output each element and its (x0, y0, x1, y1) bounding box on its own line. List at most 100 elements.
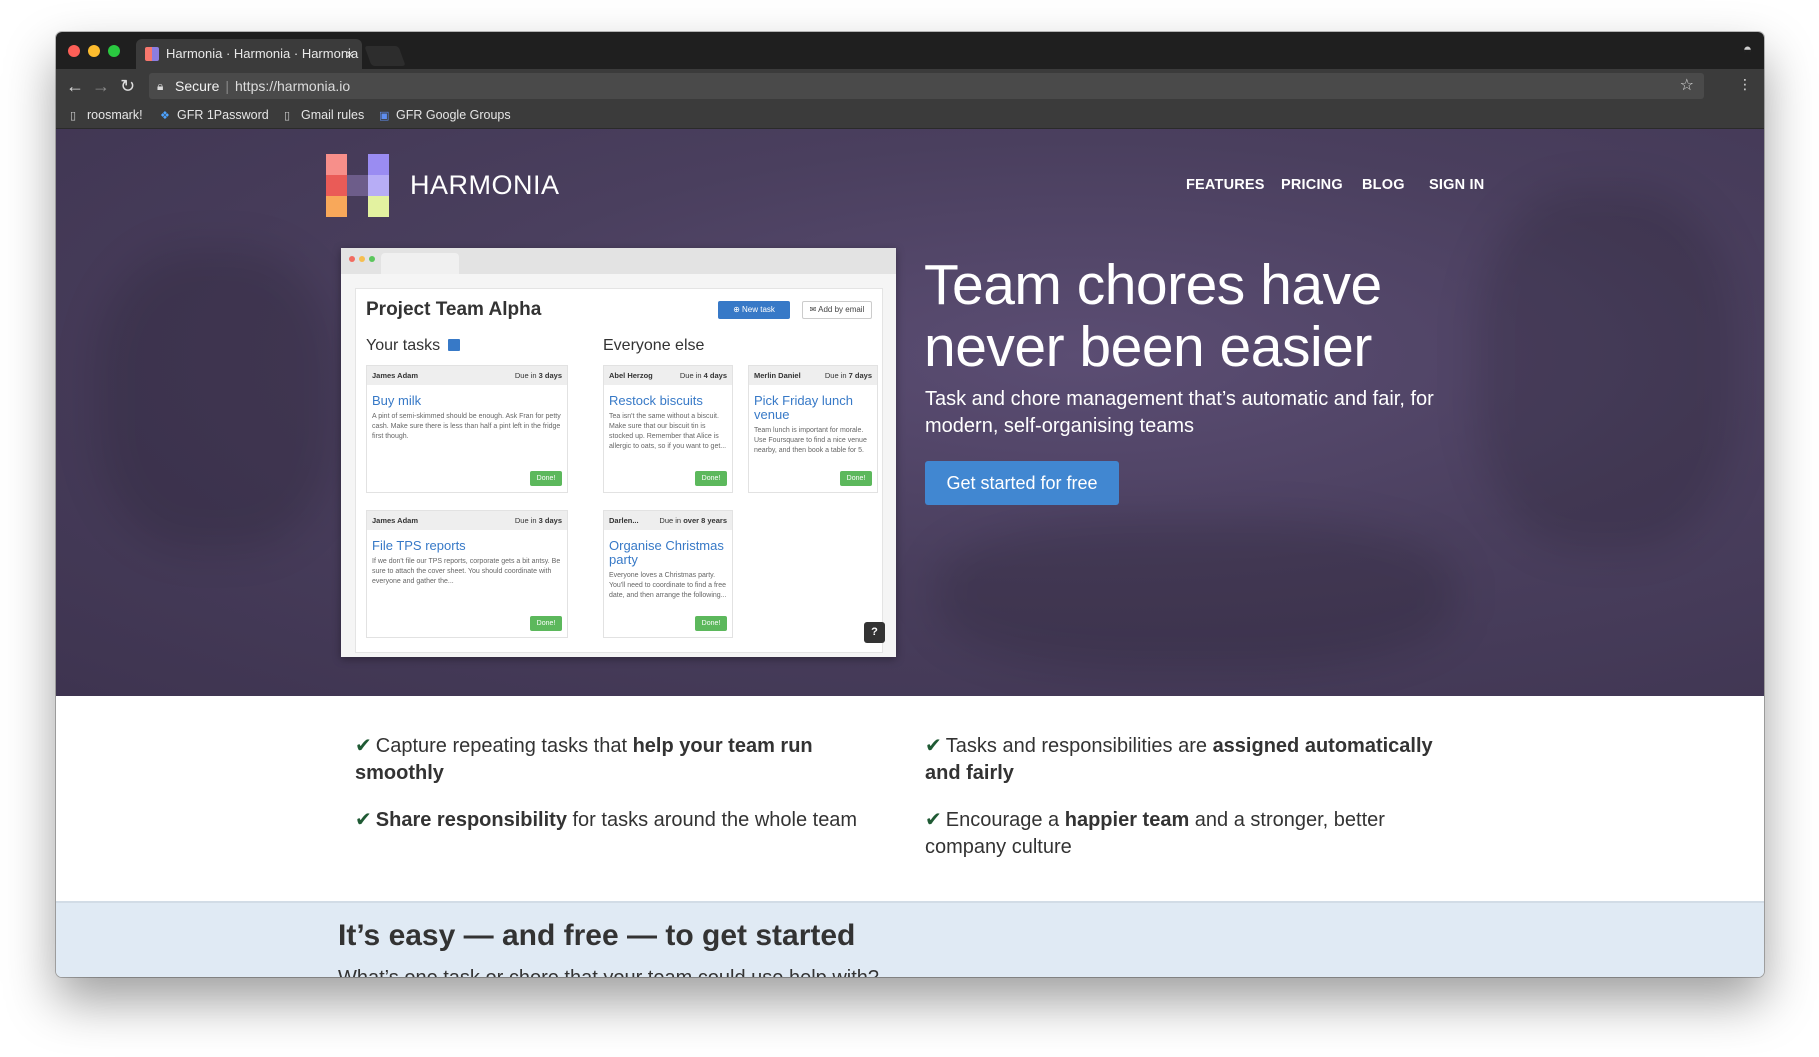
task-title: Organise Christmas party (609, 538, 724, 567)
task-due: Due in 3 days (514, 516, 562, 525)
task-card-header: James Adam Due in 3 days (367, 511, 567, 530)
browser-tab[interactable]: Harmonia · Harmonia · Harmonia × (136, 39, 362, 69)
task-card: James Adam Due in 3 days Buy milk A pint … (366, 365, 568, 493)
get-started-button[interactable]: Get started for free (925, 461, 1119, 505)
your-tasks-heading: Your tasks (366, 337, 461, 355)
dropbox-icon: ❖ (160, 110, 170, 122)
task-card: Merlin Daniel Due in 7 days Pick Friday l… (748, 365, 878, 493)
hero-headline: Team chores have never been easier (924, 253, 1382, 379)
task-due: Due in over 8 years (659, 516, 727, 525)
nav-blog[interactable]: BLOG (1362, 177, 1405, 193)
address-bar[interactable]: 🔒︎ Secure | https://harmonia.io ☆ (149, 73, 1704, 99)
bookmark-item[interactable]: ▯ Gmail rules (284, 108, 364, 122)
task-assignee: Darlen... (609, 516, 639, 525)
browser-toolbar: ← → ↻ 🔒︎ Secure | https://harmonia.io ☆ ⋮ (56, 69, 1764, 103)
done-button: Done! (695, 471, 727, 486)
task-due: Due in 4 days (679, 371, 727, 380)
url-text: https://harmonia.io (235, 78, 351, 94)
task-title: Buy milk (372, 393, 422, 408)
task-description: A pint of semi-skimmed should be enough.… (372, 413, 561, 440)
page-icon: ▯ (284, 110, 291, 122)
feature-item: ✔ Encourage a happier team and a stronger… (925, 809, 1385, 858)
bookmark-star-icon[interactable]: ☆ (1680, 73, 1694, 99)
everyone-else-heading: Everyone else (603, 337, 705, 354)
browser-menu-icon[interactable]: ⋮ (1738, 76, 1752, 93)
reload-icon[interactable]: ↻ (120, 75, 135, 97)
get-started-subheading: What’s one task or chore that your team … (338, 967, 879, 977)
bookmarks-bar: ▯ roosmark! ❖ GFR 1Password ▯ Gmail rules ▣… (56, 103, 1764, 129)
task-card: James Adam Due in 3 days File TPS reports… (366, 510, 568, 638)
preview-dot (359, 256, 365, 262)
done-button: Done! (695, 616, 727, 631)
nav-sign-in[interactable]: SIGN IN (1429, 177, 1484, 193)
task-assignee: James Adam (372, 516, 418, 525)
preview-dot (369, 256, 375, 262)
hero-background-shape (96, 249, 336, 549)
feature-item: ✔ Tasks and responsibilities are assigned… (925, 735, 1433, 784)
back-arrow-icon[interactable]: ← (66, 75, 84, 97)
google-groups-icon: ▣ (379, 110, 390, 122)
task-description: Team lunch is important for morale. Use … (754, 427, 867, 454)
task-description: If we don't file our TPS reports, corpor… (372, 558, 561, 585)
done-button: Done! (530, 616, 562, 631)
nav-pricing[interactable]: PRICING (1281, 177, 1343, 193)
minimize-window-button[interactable] (88, 45, 100, 57)
omnibox-separator: | (225, 78, 229, 94)
new-task-button: ⊕ New task (718, 301, 790, 319)
task-card-header: Abel Herzog Due in 4 days (604, 366, 732, 385)
task-card: Darlen... Due in over 8 years Organise Ch… (603, 510, 733, 638)
tab-title: Harmonia · Harmonia · Harmonia (166, 46, 359, 61)
checkmark-icon: ✔ (925, 809, 942, 831)
preview-app-body: Project Team Alpha ⊕ New task ✉ Add by e… (355, 288, 883, 653)
hero-section: HARMONIA FEATURES PRICING BLOG SIGN IN P… (56, 129, 1764, 696)
calendar-icon (448, 339, 461, 351)
forward-arrow-icon[interactable]: → (92, 75, 110, 97)
task-due: Due in 3 days (514, 371, 562, 380)
secure-label: Secure (175, 78, 220, 94)
task-card-header: Merlin Daniel Due in 7 days (749, 366, 877, 385)
logo-square (326, 154, 347, 175)
harmonia-logo[interactable] (326, 154, 389, 217)
hero-background-shape (1476, 189, 1736, 549)
preview-browser-chrome (341, 248, 896, 274)
close-window-button[interactable] (68, 45, 80, 57)
hero-subheadline: Task and chore management that’s automat… (925, 388, 1434, 437)
tab-close-icon[interactable]: × (346, 39, 354, 69)
nav-features[interactable]: FEATURES (1186, 177, 1265, 193)
bookmark-item[interactable]: ❖ GFR 1Password (160, 108, 269, 122)
add-by-email-button: ✉ Add by email (802, 301, 872, 319)
logo-square (326, 196, 347, 217)
hero-background-shape (936, 519, 1456, 669)
task-assignee: Abel Herzog (609, 371, 653, 380)
browser-window: Harmonia · Harmonia · Harmonia × ◓ ← → ↻… (56, 32, 1764, 977)
maximize-window-button[interactable] (108, 45, 120, 57)
feature-item: ✔ Capture repeating tasks that help your … (355, 735, 813, 784)
web-page: HARMONIA FEATURES PRICING BLOG SIGN IN P… (56, 129, 1764, 977)
logo-square (326, 175, 347, 196)
task-assignee: Merlin Daniel (754, 371, 801, 380)
get-started-heading: It’s easy — and free — to get started (338, 919, 856, 952)
checkmark-icon: ✔ (925, 735, 942, 757)
incognito-icon: ◓ (1742, 41, 1752, 58)
get-started-section: It’s easy — and free — to get started Wh… (56, 901, 1764, 977)
feature-item: ✔ Share responsibility for tasks around t… (355, 809, 858, 831)
lock-icon: 🔒︎ (157, 79, 164, 93)
task-title: Restock biscuits (609, 393, 703, 408)
logo-square (368, 196, 389, 217)
logo-square (368, 154, 389, 175)
task-due: Due in 7 days (824, 371, 872, 380)
checkmark-icon: ✔ (355, 735, 372, 757)
help-icon: ? (864, 622, 885, 643)
preview-tab (381, 253, 459, 274)
task-description: Tea isn't the same without a biscuit. Ma… (609, 413, 727, 450)
favicon-icon (145, 47, 159, 61)
brand-name[interactable]: HARMONIA (410, 170, 560, 201)
task-title: Pick Friday lunch venue (754, 393, 853, 422)
new-tab-button[interactable] (364, 46, 406, 66)
bookmark-item[interactable]: ▯ roosmark! (70, 108, 143, 122)
page-icon: ▯ (70, 110, 77, 122)
bookmark-item[interactable]: ▣ GFR Google Groups (379, 108, 511, 122)
task-card: Abel Herzog Due in 4 days Restock biscuit… (603, 365, 733, 493)
checkmark-icon: ✔ (355, 809, 372, 831)
task-card-header: Darlen... Due in over 8 years (604, 511, 732, 530)
